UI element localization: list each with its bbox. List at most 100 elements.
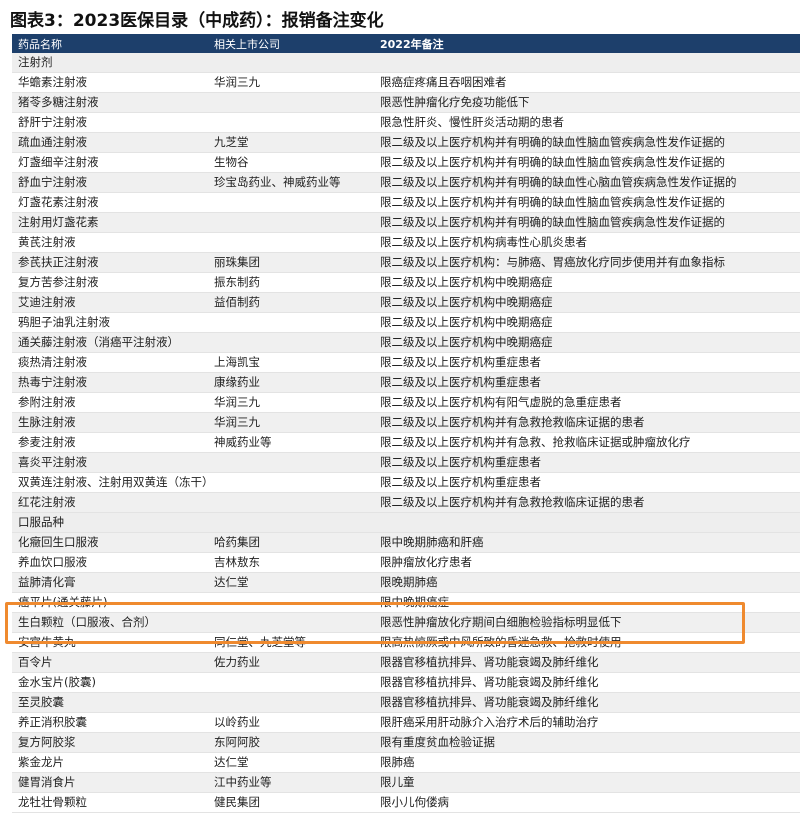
cell-company: 以岭药业 xyxy=(214,715,260,729)
table-row: 灯盏细辛注射液 生物谷 限二级及以上医疗机构并有明确的缺血性脑血管疾病急性发作证据的 xyxy=(12,153,800,173)
cell-drug-name: 红花注射液 xyxy=(18,495,76,509)
cell-drug-name: 注射用灯盏花素 xyxy=(18,215,99,229)
cell-company: 珍宝岛药业、神威药业等 xyxy=(214,175,341,189)
highlight-box xyxy=(5,602,745,644)
cell-note: 限二级及以上医疗机构并有急救抢救临床证据的患者 xyxy=(380,415,645,429)
table-row: 参芪扶正注射液 丽珠集团 限二级及以上医疗机构：与肺癌、胃癌放化疗同步使用并有血象指… xyxy=(12,253,800,273)
cell-drug-name: 疏血通注射液 xyxy=(18,135,87,149)
cell-drug-name: 热毒宁注射液 xyxy=(18,375,87,389)
cell-drug-name: 养正消积胶囊 xyxy=(18,715,87,729)
cell-company: 健民集团 xyxy=(214,795,260,809)
cell-note: 限有重度贫血检验证据 xyxy=(380,735,495,749)
cell-drug-name: 百令片 xyxy=(18,655,53,669)
cell-note: 限器官移植抗排异、肾功能衰竭及肺纤维化 xyxy=(380,695,599,709)
cell-drug-name: 参附注射液 xyxy=(18,395,76,409)
table-row: 双黄连注射液、注射用双黄连（冻干） 限二级及以上医疗机构重症患者 xyxy=(12,473,800,493)
cell-drug-name: 化癥回生口服液 xyxy=(18,535,99,549)
cell-note: 限二级及以上医疗机构并有明确的缺血性脑血管疾病急性发作证据的 xyxy=(380,135,725,149)
cell-drug-name: 口服品种 xyxy=(18,515,64,529)
table-row: 参附注射液 华润三九 限二级及以上医疗机构有阳气虚脱的急重症患者 xyxy=(12,393,800,413)
cell-company: 上海凯宝 xyxy=(214,355,260,369)
cell-company: 华润三九 xyxy=(214,395,260,409)
cell-company: 东阿阿胶 xyxy=(214,735,260,749)
table-row: 注射用灯盏花素 限二级及以上医疗机构并有明确的缺血性脑血管疾病急性发作证据的 xyxy=(12,213,800,233)
cell-note: 限二级及以上医疗机构并有明确的缺血性心脑血管疾病急性发作证据的 xyxy=(380,175,737,189)
cell-drug-name: 养血饮口服液 xyxy=(18,555,87,569)
cell-note: 限二级及以上医疗机构并有急救、抢救临床证据或肿瘤放化疗 xyxy=(380,435,691,449)
cell-drug-name: 灯盏细辛注射液 xyxy=(18,155,99,169)
table-row: 华蟾素注射液 华润三九 限癌症疼痛且吞咽困难者 xyxy=(12,73,800,93)
cell-note: 限二级及以上医疗机构并有急救抢救临床证据的患者 xyxy=(380,495,645,509)
table-row: 舒血宁注射液 珍宝岛药业、神威药业等 限二级及以上医疗机构并有明确的缺血性心脑血管疾… xyxy=(12,173,800,193)
cell-note: 限二级及以上医疗机构并有明确的缺血性脑血管疾病急性发作证据的 xyxy=(380,155,725,169)
table-row: 参麦注射液 神威药业等 限二级及以上医疗机构并有急救、抢救临床证据或肿瘤放化疗 xyxy=(12,433,800,453)
cell-drug-name: 鸦胆子油乳注射液 xyxy=(18,315,110,329)
table-row: 红花注射液 限二级及以上医疗机构并有急救抢救临床证据的患者 xyxy=(12,493,800,513)
table-row: 复方阿胶浆 东阿阿胶 限有重度贫血检验证据 xyxy=(12,733,800,753)
cell-company: 神威药业等 xyxy=(214,435,272,449)
cell-note: 限肿瘤放化疗患者 xyxy=(380,555,472,569)
cell-note: 限晚期肺癌 xyxy=(380,575,438,589)
figure-title: 图表3：2023医保目录（中成药）：报销备注变化 xyxy=(10,11,384,31)
cell-note: 限二级及以上医疗机构重症患者 xyxy=(380,375,541,389)
section-row: 注射剂 xyxy=(12,53,800,73)
cell-note: 限器官移植抗排异、肾功能衰竭及肺纤维化 xyxy=(380,655,599,669)
table-row: 百令片 佐力药业 限器官移植抗排异、肾功能衰竭及肺纤维化 xyxy=(12,653,800,673)
cell-drug-name: 益肺清化膏 xyxy=(18,575,76,589)
cell-company: 吉林敖东 xyxy=(214,555,260,569)
cell-note: 限肝癌采用肝动脉介入治疗术后的辅助治疗 xyxy=(380,715,599,729)
table-row: 喜炎平注射液 限二级及以上医疗机构重症患者 xyxy=(12,453,800,473)
cell-drug-name: 艾迪注射液 xyxy=(18,295,76,309)
cell-note: 限二级及以上医疗机构中晚期癌症 xyxy=(380,315,553,329)
cell-drug-name: 猪苓多糖注射液 xyxy=(18,95,99,109)
cell-drug-name: 金水宝片(胶囊) xyxy=(18,675,96,689)
table-row: 通关藤注射液（消癌平注射液） 限二级及以上医疗机构中晚期癌症 xyxy=(12,333,800,353)
table-row: 灯盏花素注射液 限二级及以上医疗机构并有明确的缺血性脑血管疾病急性发作证据的 xyxy=(12,193,800,213)
cell-drug-name: 龙牡壮骨颗粒 xyxy=(18,795,87,809)
cell-note: 限癌症疼痛且吞咽困难者 xyxy=(380,75,507,89)
cell-company: 佐力药业 xyxy=(214,655,260,669)
table-row: 热毒宁注射液 康缘药业 限二级及以上医疗机构重症患者 xyxy=(12,373,800,393)
table-row: 猪苓多糖注射液 限恶性肿瘤化疗免疫功能低下 xyxy=(12,93,800,113)
cell-drug-name: 舒血宁注射液 xyxy=(18,175,87,189)
table-row: 至灵胶囊 限器官移植抗排异、肾功能衰竭及肺纤维化 xyxy=(12,693,800,713)
cell-company: 丽珠集团 xyxy=(214,255,260,269)
table-row: 养血饮口服液 吉林敖东 限肿瘤放化疗患者 xyxy=(12,553,800,573)
cell-note: 限二级及以上医疗机构中晚期癌症 xyxy=(380,335,553,349)
cell-note: 限恶性肿瘤化疗免疫功能低下 xyxy=(380,95,530,109)
cell-drug-name: 喜炎平注射液 xyxy=(18,455,87,469)
cell-note: 限二级及以上医疗机构：与肺癌、胃癌放化疗同步使用并有血象指标 xyxy=(380,255,725,269)
cell-note: 限二级及以上医疗机构中晚期癌症 xyxy=(380,275,553,289)
cell-note: 限二级及以上医疗机构中晚期癌症 xyxy=(380,295,553,309)
cell-drug-name: 生脉注射液 xyxy=(18,415,76,429)
cell-drug-name: 参麦注射液 xyxy=(18,435,76,449)
table-row: 疏血通注射液 九芝堂 限二级及以上医疗机构并有明确的缺血性脑血管疾病急性发作证据的 xyxy=(12,133,800,153)
table-row: 益肺清化膏 达仁堂 限晚期肺癌 xyxy=(12,573,800,593)
cell-drug-name: 灯盏花素注射液 xyxy=(18,195,99,209)
cell-drug-name: 复方苦参注射液 xyxy=(18,275,99,289)
cell-note: 限急性肝炎、慢性肝炎活动期的患者 xyxy=(380,115,564,129)
cell-drug-name: 参芪扶正注射液 xyxy=(18,255,99,269)
table-row: 龙牡壮骨颗粒 健民集团 限小儿佝偻病 xyxy=(12,793,800,813)
cell-note: 限器官移植抗排异、肾功能衰竭及肺纤维化 xyxy=(380,675,599,689)
cell-company: 达仁堂 xyxy=(214,575,249,589)
table-row: 紫金龙片 达仁堂 限肺癌 xyxy=(12,753,800,773)
cell-drug-name: 双黄连注射液、注射用双黄连（冻干） xyxy=(18,475,214,489)
table-row: 黄芪注射液 限二级及以上医疗机构病毒性心肌炎患者 xyxy=(12,233,800,253)
section-row: 口服品种 xyxy=(12,513,800,533)
cell-drug-name: 通关藤注射液（消癌平注射液） xyxy=(18,335,179,349)
table-row: 鸦胆子油乳注射液 限二级及以上医疗机构中晚期癌症 xyxy=(12,313,800,333)
cell-note: 限小儿佝偻病 xyxy=(380,795,449,809)
header-company: 相关上市公司 xyxy=(214,38,280,51)
table-row: 养正消积胶囊 以岭药业 限肝癌采用肝动脉介入治疗术后的辅助治疗 xyxy=(12,713,800,733)
cell-note: 限二级及以上医疗机构并有明确的缺血性脑血管疾病急性发作证据的 xyxy=(380,215,725,229)
table-row: 艾迪注射液 益佰制药 限二级及以上医疗机构中晚期癌症 xyxy=(12,293,800,313)
cell-note: 限肺癌 xyxy=(380,755,415,769)
cell-note: 限二级及以上医疗机构并有明确的缺血性脑血管疾病急性发作证据的 xyxy=(380,195,725,209)
cell-note: 限二级及以上医疗机构重症患者 xyxy=(380,355,541,369)
table-row: 舒肝宁注射液 限急性肝炎、慢性肝炎活动期的患者 xyxy=(12,113,800,133)
cell-company: 益佰制药 xyxy=(214,295,260,309)
cell-note: 限二级及以上医疗机构病毒性心肌炎患者 xyxy=(380,235,587,249)
table-row: 痰热清注射液 上海凯宝 限二级及以上医疗机构重症患者 xyxy=(12,353,800,373)
cell-company: 生物谷 xyxy=(214,155,249,169)
